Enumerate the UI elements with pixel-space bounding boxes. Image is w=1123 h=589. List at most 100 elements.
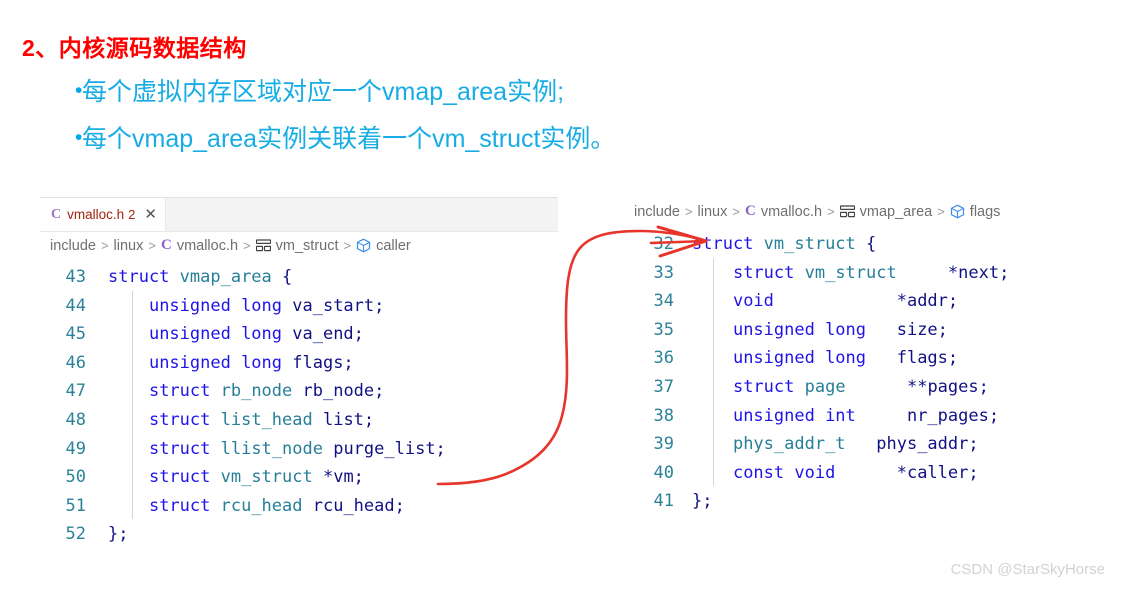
code-text[interactable]: unsigned long va_end; xyxy=(86,320,364,349)
list-item: • 每个vmap_area实例关联着一个vm_struct实例。 xyxy=(62,123,962,155)
code-line[interactable]: 34 void *addr; xyxy=(626,287,1123,316)
code-text[interactable]: const void *caller; xyxy=(674,459,979,488)
c-file-icon: C xyxy=(744,203,756,219)
breadcrumb: include > linux > C vmalloc.h > vm_struc… xyxy=(40,232,558,259)
breadcrumb-item-vmalloc-h[interactable]: vmalloc.h xyxy=(761,204,822,220)
line-number: 45 xyxy=(65,324,86,345)
code-line[interactable]: 46 unsigned long flags; xyxy=(40,349,558,378)
breadcrumb-item-include[interactable]: include xyxy=(634,204,680,220)
code-text[interactable]: struct page **pages; xyxy=(674,373,989,402)
line-number: 50 xyxy=(65,467,86,488)
line-number: 34 xyxy=(653,291,674,312)
code-line[interactable]: 47 struct rb_node rb_node; xyxy=(40,377,558,406)
c-file-icon: C xyxy=(160,237,172,253)
bullet-text: 每个虚拟内存区域对应一个vmap_area实例; xyxy=(82,78,565,106)
code-line[interactable]: 38 unsigned int nr_pages; xyxy=(626,402,1123,431)
breadcrumb-item-include[interactable]: include xyxy=(50,238,96,254)
code-text[interactable]: struct rcu_head rcu_head; xyxy=(86,492,405,521)
code-text[interactable]: unsigned long size; xyxy=(674,316,948,345)
code-text[interactable]: unsigned long flags; xyxy=(86,349,354,378)
chevron-right-icon: > xyxy=(148,238,156,253)
code-text[interactable]: unsigned long va_start; xyxy=(86,292,384,321)
code-text[interactable]: struct vm_struct { xyxy=(674,230,876,259)
line-number: 46 xyxy=(65,352,86,373)
code-line[interactable]: 37 struct page **pages; xyxy=(626,373,1123,402)
code-line[interactable]: 35 unsigned long size; xyxy=(626,316,1123,345)
line-number: 36 xyxy=(653,348,674,369)
code-text[interactable]: phys_addr_t phys_addr; xyxy=(674,430,979,459)
tab-label: vmalloc.h xyxy=(67,207,125,222)
bullet-icon: • xyxy=(75,79,83,102)
code-text[interactable]: struct rb_node rb_node; xyxy=(86,377,384,406)
struct-symbol-icon xyxy=(839,205,855,218)
code-line[interactable]: 40 const void *caller; xyxy=(626,459,1123,488)
right-code-content[interactable]: 32 struct vm_struct {33 struct vm_struct … xyxy=(626,226,1123,516)
line-number: 52 xyxy=(65,524,86,545)
line-number: 51 xyxy=(65,495,86,516)
line-number: 40 xyxy=(653,462,674,483)
line-number: 38 xyxy=(653,405,674,426)
chevron-right-icon: > xyxy=(100,238,109,253)
code-line[interactable]: 49 struct llist_node purge_list; xyxy=(40,435,558,464)
chevron-right-icon: > xyxy=(684,204,693,219)
code-line[interactable]: 50 struct vm_struct *vm; xyxy=(40,463,558,492)
code-line[interactable]: 44 unsigned long va_start; xyxy=(40,292,558,321)
chevron-right-icon: > xyxy=(243,238,251,253)
line-number: 48 xyxy=(65,409,86,430)
code-text[interactable]: struct vmap_area { xyxy=(86,263,292,292)
breadcrumb-item-caller[interactable]: caller xyxy=(376,238,411,254)
editor-tab-vmalloc-h[interactable]: C vmalloc.h 2 ✕ xyxy=(40,198,166,231)
code-line[interactable]: 33 struct vm_struct *next; xyxy=(626,259,1123,288)
bullet-icon: • xyxy=(75,126,83,149)
code-line[interactable]: 48 struct list_head list; xyxy=(40,406,558,435)
code-line[interactable]: 52}; xyxy=(40,520,558,549)
clipped-top-strip: ··· ··· ··· ··· ··· xyxy=(1012,0,1080,7)
line-number: 37 xyxy=(653,376,674,397)
close-icon[interactable]: ✕ xyxy=(144,207,157,222)
chevron-right-icon: > xyxy=(827,204,835,219)
code-text[interactable]: }; xyxy=(86,520,128,549)
left-code-editor: C vmalloc.h 2 ✕ include > linux > C vmal… xyxy=(40,197,558,549)
line-number: 39 xyxy=(653,434,674,455)
code-text[interactable]: }; xyxy=(674,487,712,516)
csdn-watermark: CSDN @StarSkyHorse xyxy=(950,561,1105,578)
line-number: 43 xyxy=(65,267,86,287)
breadcrumb-item-linux[interactable]: linux xyxy=(698,204,728,220)
breadcrumb-item-flags[interactable]: flags xyxy=(970,204,1001,220)
breadcrumb-item-vmalloc-h[interactable]: vmalloc.h xyxy=(177,238,238,254)
code-line[interactable]: 51 struct rcu_head rcu_head; xyxy=(40,492,558,521)
code-line[interactable]: 32 struct vm_struct { xyxy=(626,230,1123,259)
code-text[interactable]: void *addr; xyxy=(674,287,958,316)
chevron-right-icon: > xyxy=(732,204,740,219)
code-line[interactable]: 39 phys_addr_t phys_addr; xyxy=(626,430,1123,459)
code-line[interactable]: 43 struct vmap_area { xyxy=(40,263,558,292)
breadcrumb: include > linux > C vmalloc.h > vmap_are… xyxy=(626,197,1123,226)
code-text[interactable]: struct list_head list; xyxy=(86,406,374,435)
breadcrumb-item-linux[interactable]: linux xyxy=(114,238,144,254)
line-number: 47 xyxy=(65,381,86,402)
line-number: 49 xyxy=(65,438,86,459)
line-number: 32 xyxy=(653,234,674,254)
chevron-right-icon: > xyxy=(937,204,945,219)
left-editor-tabbar: C vmalloc.h 2 ✕ xyxy=(40,197,558,232)
code-text[interactable]: struct vm_struct *next; xyxy=(674,259,1009,288)
bullet-text: 每个vmap_area实例关联着一个vm_struct实例。 xyxy=(82,125,616,153)
code-text[interactable]: struct vm_struct *vm; xyxy=(86,463,364,492)
code-text[interactable]: struct llist_node purge_list; xyxy=(86,435,446,464)
breadcrumb-item-vmap-area[interactable]: vmap_area xyxy=(860,204,933,220)
code-line[interactable]: 41}; xyxy=(626,487,1123,516)
code-line[interactable]: 45 unsigned long va_end; xyxy=(40,320,558,349)
page-title: 2、内核源码数据结构 xyxy=(22,35,247,61)
code-line[interactable]: 36 unsigned long flags; xyxy=(626,344,1123,373)
line-number: 44 xyxy=(65,295,86,316)
breadcrumb-item-vm-struct[interactable]: vm_struct xyxy=(276,238,339,254)
code-text[interactable]: unsigned int nr_pages; xyxy=(674,402,999,431)
left-code-content[interactable]: 43 struct vmap_area {44 unsigned long va_… xyxy=(40,259,558,549)
code-text[interactable]: unsigned long flags; xyxy=(674,344,958,373)
line-number: 33 xyxy=(653,262,674,283)
right-code-editor: include > linux > C vmalloc.h > vmap_are… xyxy=(626,197,1123,516)
c-file-icon: C xyxy=(51,206,62,222)
line-number: 35 xyxy=(653,319,674,340)
line-number: 41 xyxy=(653,491,674,512)
struct-symbol-icon xyxy=(255,239,271,252)
